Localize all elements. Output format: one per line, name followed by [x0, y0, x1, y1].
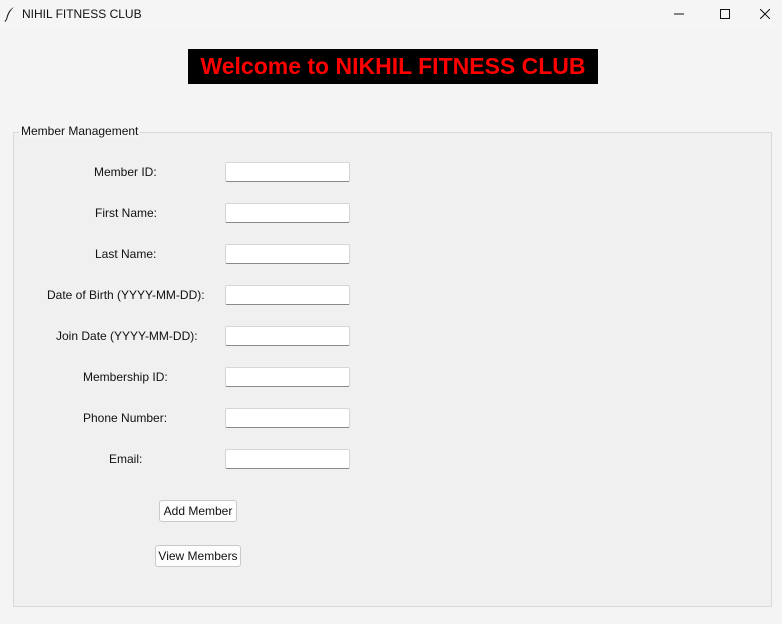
- last-name-input[interactable]: [225, 244, 350, 264]
- join-date-input[interactable]: [225, 326, 350, 346]
- view-members-button[interactable]: View Members: [155, 545, 241, 567]
- title-bar: NIHIL FITNESS CLUB: [0, 0, 782, 28]
- date-of-birth-label: Date of Birth (YYYY-MM-DD):: [47, 288, 205, 302]
- main-content: Welcome to NIKHIL FITNESS CLUB Member Ma…: [0, 28, 782, 624]
- maximize-icon: [720, 9, 730, 19]
- first-name-label: First Name:: [95, 206, 158, 220]
- join-date-label: Join Date (YYYY-MM-DD):: [56, 329, 198, 343]
- phone-number-input[interactable]: [225, 408, 350, 428]
- membership-id-label: Membership ID:: [83, 370, 168, 384]
- minimize-button[interactable]: [656, 0, 702, 28]
- membership-id-input[interactable]: [225, 367, 350, 387]
- date-of-birth-input[interactable]: [225, 285, 350, 305]
- phone-number-label: Phone Number:: [83, 411, 168, 425]
- member-id-label: Member ID:: [94, 165, 157, 179]
- maximize-button[interactable]: [702, 0, 748, 28]
- email-input[interactable]: [225, 449, 350, 469]
- close-icon: [760, 9, 770, 19]
- feather-icon: [4, 6, 16, 22]
- window-title: NIHIL FITNESS CLUB: [22, 7, 142, 21]
- frame-legend: Member Management: [19, 124, 141, 139]
- last-name-label: Last Name:: [95, 247, 157, 261]
- member-id-input[interactable]: [225, 162, 350, 182]
- minimize-icon: [674, 9, 684, 19]
- close-button[interactable]: [748, 0, 782, 28]
- add-member-button[interactable]: Add Member: [159, 500, 237, 522]
- first-name-input[interactable]: [225, 203, 350, 223]
- email-label: Email:: [109, 452, 143, 466]
- welcome-banner: Welcome to NIKHIL FITNESS CLUB: [188, 49, 598, 84]
